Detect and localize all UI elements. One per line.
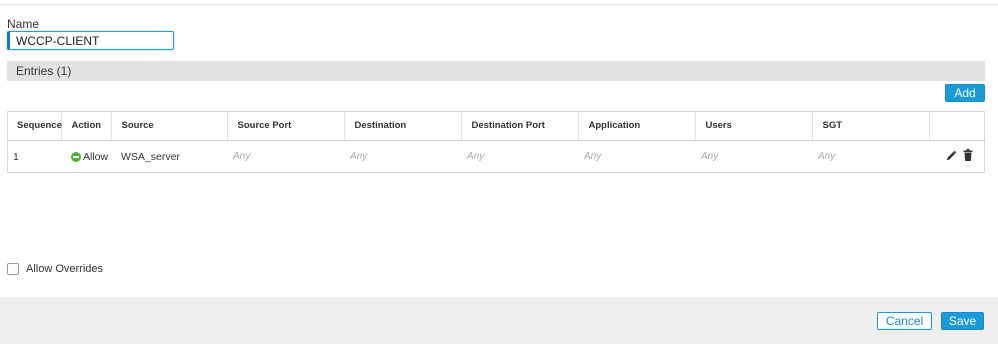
allow-overrides-label: Allow Overrides bbox=[26, 263, 104, 275]
cell-users: Any bbox=[701, 151, 719, 162]
cell-destination: Any bbox=[350, 151, 368, 162]
table-header-row: Sequence Action Source Source Port Desti… bbox=[8, 112, 986, 141]
column-header-source-port[interactable]: Source Port bbox=[227, 112, 345, 141]
table-row[interactable]: 1 Allow WSA_server Any Any Any Any Any A… bbox=[8, 140, 986, 173]
add-entry-button[interactable]: Add bbox=[945, 84, 985, 102]
name-input[interactable] bbox=[7, 31, 174, 50]
pencil-icon[interactable] bbox=[946, 150, 957, 164]
cell-sequence: 1 bbox=[13, 150, 19, 163]
cell-source-port: Any bbox=[233, 151, 251, 162]
action-label: Allow bbox=[83, 150, 109, 163]
name-label: Name bbox=[7, 17, 40, 31]
column-header-sgt[interactable]: SGT bbox=[812, 112, 930, 141]
column-header-source[interactable]: Source bbox=[111, 112, 228, 141]
cell-destination-port: Any bbox=[467, 151, 485, 162]
cell-source: WSA_server bbox=[121, 150, 180, 163]
trash-icon[interactable] bbox=[963, 149, 973, 164]
top-divider bbox=[0, 4, 998, 5]
save-button[interactable]: Save bbox=[941, 312, 984, 330]
column-header-destination-port[interactable]: Destination Port bbox=[461, 112, 579, 141]
dialog-footer bbox=[0, 297, 998, 344]
cell-sgt: Any bbox=[818, 151, 836, 162]
allow-overrides-option: Allow Overrides bbox=[7, 263, 103, 275]
entries-header: Entries (1) bbox=[7, 61, 985, 81]
column-header-destination[interactable]: Destination bbox=[344, 112, 462, 141]
allow-circle-icon bbox=[71, 151, 81, 162]
column-header-sequence[interactable]: Sequence bbox=[8, 112, 62, 141]
column-header-action[interactable]: Action bbox=[61, 112, 112, 141]
entries-table: Sequence Action Source Source Port Desti… bbox=[7, 111, 986, 173]
cell-action: Allow bbox=[61, 140, 111, 173]
column-header-application[interactable]: Application bbox=[578, 112, 696, 141]
cancel-button[interactable]: Cancel bbox=[877, 312, 932, 330]
column-header-users[interactable]: Users bbox=[695, 112, 813, 141]
allow-overrides-checkbox[interactable] bbox=[7, 263, 19, 275]
column-header-actions bbox=[929, 112, 986, 141]
cell-application: Any bbox=[584, 151, 602, 162]
cell-row-actions bbox=[929, 140, 986, 173]
